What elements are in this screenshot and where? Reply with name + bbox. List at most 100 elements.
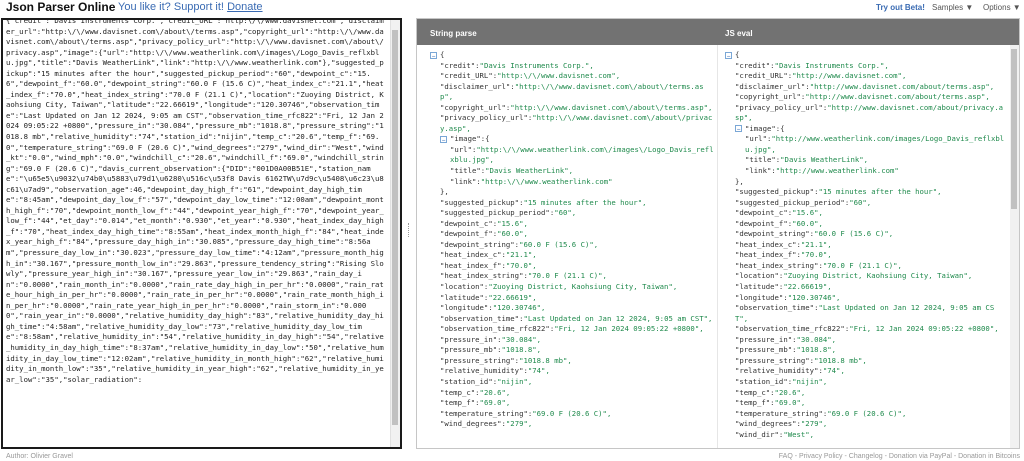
- tree-value: "74",: [527, 366, 550, 376]
- tree-key: "copyright_url":: [440, 102, 511, 112]
- tree-key: "temp_f":: [735, 398, 775, 408]
- options-menu[interactable]: Options ▼: [983, 3, 1021, 12]
- results-scrollbar[interactable]: [1010, 45, 1019, 448]
- tree-value: "20.6",: [479, 387, 511, 397]
- tree-row: "wind_dir":"West",: [725, 430, 1005, 441]
- tree-key: "dewpoint_c":: [440, 218, 498, 228]
- js-eval-title: JS eval: [725, 29, 753, 38]
- tree-row: "wind_degrees":"279",: [430, 419, 715, 430]
- tree-value: "22.66619",: [488, 292, 537, 302]
- tree-bracket: },: [735, 176, 744, 186]
- js-eval-tree: −{"credit":"Davis Instruments Corp.", "cr…: [725, 50, 1005, 448]
- json-input-editor[interactable]: {"credit":"Davis Instruments Corp.","cre…: [1, 18, 402, 449]
- panel-splitter[interactable]: [404, 18, 414, 449]
- tree-key: "url":: [450, 144, 477, 154]
- string-parse-title: String parse: [430, 29, 477, 38]
- results-header: String parse JS eval: [417, 19, 1019, 45]
- tree-key: "observation_time_rfc822":: [735, 324, 850, 334]
- tree-key: "wind_degrees":: [735, 419, 801, 429]
- collapse-toggle-icon[interactable]: −: [440, 135, 447, 144]
- collapse-toggle-icon[interactable]: −: [430, 51, 437, 60]
- tree-key: "disclaimer_url":: [735, 81, 810, 91]
- tree-row: "pressure_mb":"1018.8",: [725, 345, 1005, 356]
- tree-row: "dewpoint_string":"60.0 F (15.6 C)",: [725, 229, 1005, 240]
- tree-value: "69.0",: [774, 398, 806, 408]
- tree-key: "credit":: [440, 60, 480, 70]
- tree-value: "60.0 F (15.6 C)",: [814, 229, 894, 239]
- collapse-toggle-icon[interactable]: −: [735, 125, 742, 133]
- results-scrollbar-thumb[interactable]: [1011, 49, 1017, 209]
- tree-row: "observation_time_rfc822":"Fri, 12 Jan 2…: [725, 324, 1005, 335]
- tree-key: "location":: [735, 271, 784, 281]
- tree-value: "nijin",: [497, 376, 533, 386]
- json-input-text[interactable]: {"credit":"Davis Instruments Corp.","cre…: [6, 20, 386, 385]
- footer-links[interactable]: FAQ - Privacy Policy - Changelog - Donat…: [779, 453, 1020, 460]
- editor-scrollbar-thumb[interactable]: [392, 30, 398, 425]
- tree-row: "title":"Davis WeatherLink",: [725, 155, 1005, 166]
- tree-key: "disclaimer_url":: [440, 81, 515, 91]
- tree-bracket: },: [440, 187, 449, 197]
- tree-value: "http://www.weatherlink.com/images/Logo_…: [745, 134, 1005, 154]
- tree-value: "60.0",: [792, 218, 823, 228]
- tree-key: "heat_index_string":: [440, 271, 528, 281]
- tree-value: "Last Updated on Jan 12 2024, 9:05 am CS…: [523, 313, 713, 323]
- tree-row: "suggested_pickup_period":"60",: [430, 208, 715, 219]
- tree-value: "30.084",: [796, 334, 837, 344]
- tree-row: "pressure_string":"1018.8 mb",: [725, 356, 1005, 367]
- donate-link[interactable]: Donate: [227, 1, 262, 13]
- tree-bracket: {: [440, 50, 445, 59]
- editor-scrollbar[interactable]: [390, 20, 400, 447]
- support-text: You like it? Support it! Donate: [118, 1, 263, 13]
- tree-bracket: {: [735, 50, 740, 59]
- tree-value: "60.0",: [497, 229, 528, 239]
- tree-row: "url":"http://www.weatherlink.com/images…: [725, 134, 1005, 155]
- samples-menu[interactable]: Samples ▼: [932, 3, 973, 12]
- tree-row: "heat_index_c":"21.1",: [430, 250, 715, 261]
- tree-row: "latitude":"22.66619",: [430, 293, 715, 304]
- tree-row: "temp_f":"69.0",: [725, 398, 1005, 409]
- tree-row: "heat_index_f":"70.0",: [430, 261, 715, 272]
- collapse-toggle-icon[interactable]: −: [725, 51, 732, 60]
- tree-value: "30.084",: [501, 334, 542, 344]
- tree-row: − "image":{: [725, 124, 1005, 135]
- tree-value: "20.6",: [774, 387, 806, 397]
- tree-row: },: [430, 187, 715, 198]
- tree-row: "title":"Davis WeatherLink",: [430, 166, 715, 177]
- tree-key: "credit_URL":: [440, 71, 498, 81]
- tree-value: "http:\/\/www.weatherlink.com": [480, 176, 613, 186]
- tree-row: "latitude":"22.66619",: [725, 282, 1005, 293]
- tree-key: "title":: [450, 166, 486, 176]
- tree-key: "credit_URL":: [735, 71, 793, 81]
- tree-key: "credit":: [735, 60, 775, 70]
- tree-value: "69.0 F (20.6 C)",: [827, 408, 907, 418]
- tree-row: "heat_index_c":"21.1",: [725, 240, 1005, 251]
- tree-value: "Fri, 12 Jan 2024 09:05:22 +0800",: [849, 324, 999, 334]
- tree-key: "dewpoint_f":: [440, 229, 498, 239]
- tree-key: "heat_index_string":: [735, 260, 823, 270]
- tree-row: "observation_time":"Last Updated on Jan …: [430, 314, 715, 325]
- tree-value: "1018.8 mb",: [814, 355, 867, 365]
- tree-value: "http:\/\/www.weatherlink.com\/images\/L…: [450, 144, 714, 165]
- tree-key: "temp_f":: [440, 398, 480, 408]
- try-beta-link[interactable]: Try out Beta!: [876, 3, 925, 12]
- tree-key: "heat_index_f":: [440, 260, 506, 270]
- tree-value: "70.0",: [505, 260, 537, 270]
- tree-value: "http:\/\/www.davisnet.com",: [497, 71, 621, 81]
- tree-value: "69.0 F (20.6 C)",: [532, 408, 612, 418]
- tree-value: "120.30746",: [492, 303, 546, 313]
- tree-value: "22.66619",: [783, 282, 832, 292]
- tree-value: "nijin",: [792, 376, 828, 386]
- tree-row: −{: [430, 50, 715, 61]
- splitter-grip[interactable]: [408, 223, 411, 237]
- tree-key: "pressure_in":: [735, 334, 797, 344]
- top-bar: Json Parser Online You like it? Support …: [0, 0, 1024, 18]
- tree-row: "dewpoint_c":"15.6",: [725, 208, 1005, 219]
- footer-author: Author: Olivier Gravel: [6, 453, 73, 460]
- support-prefix: You like it? Support it!: [118, 1, 224, 13]
- tree-value: "Davis WeatherLink",: [780, 155, 869, 165]
- tree-key: "location":: [440, 282, 489, 292]
- tree-row: "location":"Zuoying District, Kaohsiung …: [430, 282, 715, 293]
- tree-value: "70.0",: [800, 250, 832, 260]
- tree-value: "Davis Instruments Corp.",: [479, 60, 594, 70]
- tree-value: "21.1",: [505, 250, 537, 260]
